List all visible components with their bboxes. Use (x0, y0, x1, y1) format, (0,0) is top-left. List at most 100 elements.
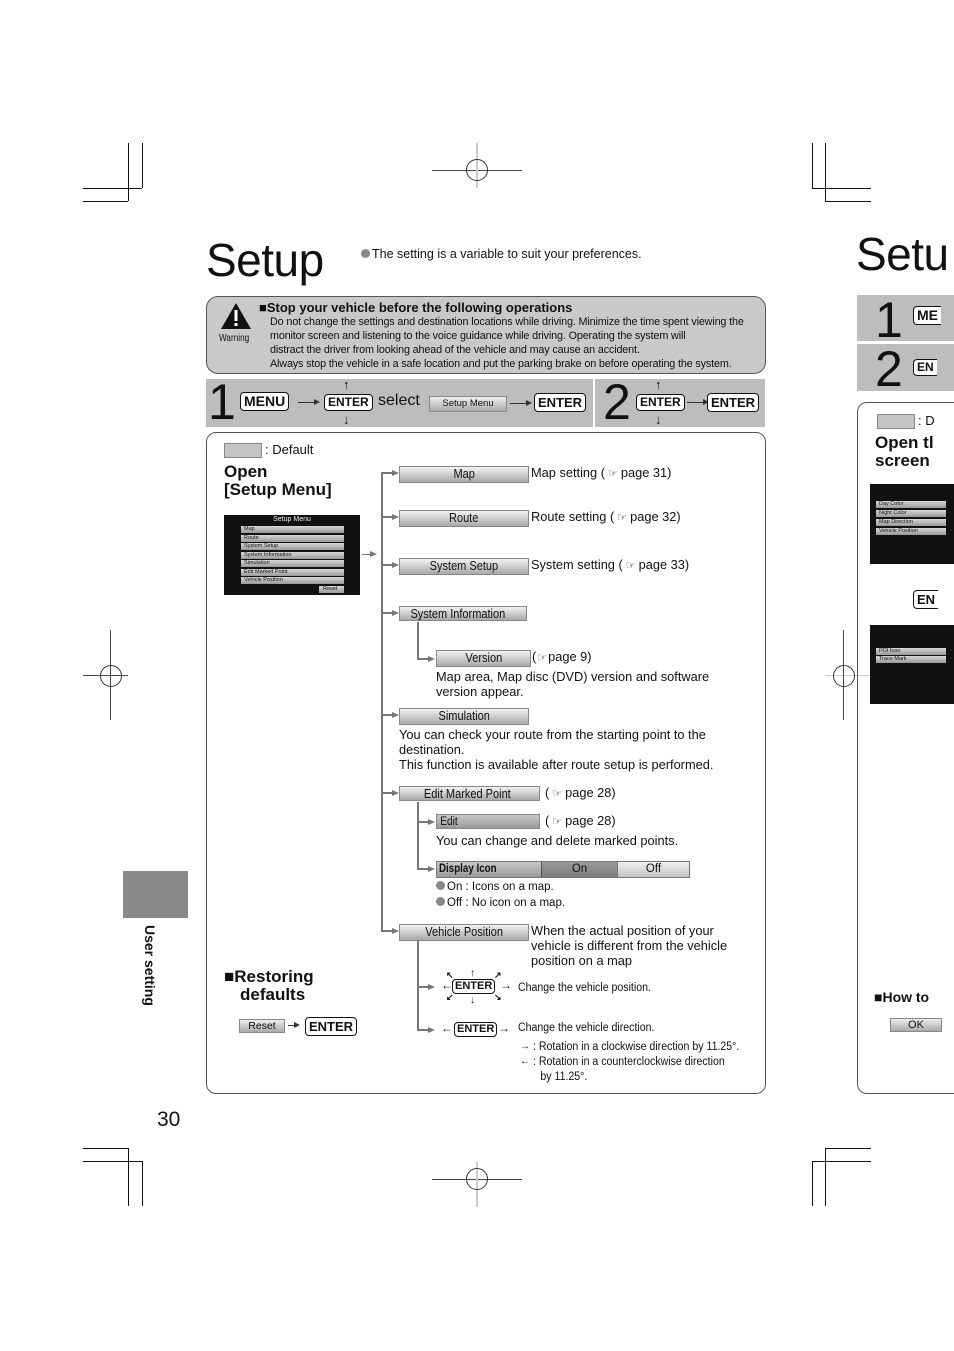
version-button[interactable]: Version (436, 650, 531, 667)
ok-button[interactable]: OK (890, 1018, 942, 1032)
arrow-right-icon (288, 1022, 300, 1028)
page-ref[interactable]: page 28) (565, 813, 616, 828)
display-icon-off-option[interactable]: Off (617, 862, 689, 877)
connector-arrow-icon (428, 866, 435, 872)
enter-key[interactable]: ENTER (636, 394, 685, 411)
map-button[interactable]: Map (399, 466, 529, 483)
arrow-right-icon (298, 399, 320, 405)
crop-mark (812, 143, 813, 188)
version-description: (☞page 9) (532, 649, 592, 666)
default-swatch (224, 443, 262, 458)
system-setup-description: System setting (☞ page 33) (531, 557, 689, 574)
edit-button-label: Edit (440, 816, 458, 828)
screen-menu-item[interactable]: POI Icon (876, 648, 946, 655)
detail-line: Map area, Map disc (DVD) version and sof… (436, 669, 710, 684)
crop-mark (825, 143, 826, 201)
connector-arrow-icon (392, 712, 399, 718)
enter-key[interactable]: ENTER (454, 1022, 498, 1037)
connector-arrow-icon (370, 551, 377, 557)
enter-key[interactable]: EN (913, 359, 937, 376)
map-settings-screen: Day Color Night Color Map Direction Vehi… (870, 484, 954, 564)
enter-key[interactable]: EN (913, 590, 939, 609)
display-icon-label: Display Icon (437, 862, 541, 877)
pointing-hand-icon: ☞ (607, 468, 618, 480)
screen-menu-item[interactable]: Route (241, 534, 344, 542)
clockwise-note: : Rotation in a clockwise direction by 1… (533, 1041, 740, 1053)
label-text: Display Icon (439, 863, 497, 875)
connector-arrow-icon (428, 1027, 435, 1033)
page-ref[interactable]: page 31) (621, 465, 672, 480)
tree-trunk-line (381, 473, 383, 932)
screen-menu-item[interactable]: Trace Mark (876, 656, 946, 663)
screen-menu-item[interactable]: System Setup (241, 543, 344, 550)
arrow-up-icon: ↑ (655, 377, 662, 392)
screen-menu-item[interactable]: Simulation (241, 560, 344, 567)
edit-button[interactable]: Edit (436, 814, 540, 829)
bullet-icon (436, 881, 445, 890)
crop-mark (812, 1161, 813, 1206)
option-label: Off (645, 863, 662, 875)
connector-arrow-icon (428, 656, 435, 662)
detail-line: vehicle is different from the vehicle (531, 938, 728, 953)
connector-line (417, 940, 419, 1030)
screen-menu-item[interactable]: Vehicle Position (876, 528, 946, 535)
desc-text: Map setting ( (531, 465, 605, 480)
screen-menu-item[interactable]: Edit Marked Point (241, 568, 344, 576)
page-ref[interactable]: page 9) (548, 649, 591, 664)
enter-key[interactable]: ENTER (305, 1017, 358, 1036)
step-number: 2 (875, 341, 903, 397)
screen-menu-item[interactable]: Day Color (876, 501, 946, 508)
next-step-1-bar: 1 ME (857, 295, 954, 345)
route-button[interactable]: Route (399, 510, 529, 527)
arrow-up-icon: ↑ (343, 377, 350, 392)
screen-menu-item[interactable]: System Information (241, 551, 344, 559)
desc-text: System setting ( (531, 557, 623, 572)
warning-line: Always stop the vehicle in a safe locati… (270, 358, 732, 370)
screen-title: Setup Menu (273, 516, 311, 523)
intro-note: The setting is a variable to suit your p… (361, 247, 642, 261)
enter-key[interactable]: ENTER (452, 979, 496, 994)
desc-text: ( (532, 649, 537, 664)
reset-button[interactable]: Reset (239, 1019, 285, 1033)
desc-text: ( (545, 813, 550, 828)
display-icon-on-option[interactable]: On (541, 862, 617, 877)
edit-marked-point-button[interactable]: Edit Marked Point (399, 786, 540, 801)
setup-menu-button[interactable]: Setup Menu (429, 396, 507, 412)
system-information-button-label: System Information (410, 607, 506, 621)
page-ref[interactable]: page 28) (565, 785, 616, 800)
connector-arrow-icon (392, 610, 399, 616)
warning-heading: ■Stop your vehicle before the following … (259, 300, 573, 315)
counterclockwise-note: : Rotation in a counterclockwise directi… (533, 1055, 725, 1085)
enter-key[interactable]: ENTER (707, 393, 760, 412)
page-ref[interactable]: page 32) (630, 509, 681, 524)
warning-triangle-icon (221, 303, 251, 329)
system-setup-button-label: System Setup (429, 559, 499, 573)
detail-line: You can check your route from the starti… (399, 727, 706, 742)
warning-line: distract the driver from looking ahead o… (270, 344, 640, 356)
page-ref[interactable]: page 33) (639, 557, 690, 572)
crop-mark (83, 201, 128, 202)
screen-menu-item[interactable]: Night Color (876, 510, 946, 517)
menu-key[interactable]: MENU (240, 392, 290, 411)
screen-menu-item[interactable]: Vehicle Position (241, 577, 344, 584)
screen-menu-item[interactable]: Map Direction (876, 519, 946, 526)
menu-key[interactable]: ME (913, 306, 941, 325)
system-setup-button[interactable]: System Setup (399, 558, 529, 575)
connector-arrow-icon (392, 514, 399, 520)
screen-menu-item[interactable]: Map (241, 526, 344, 533)
how-to-heading: ■How to (874, 989, 930, 1005)
intro-note-text: The setting is a variable to suit your p… (372, 247, 642, 261)
step-2-bar: 2 ↑ ENTER ↓ ENTER (595, 377, 765, 427)
enter-key[interactable]: ENTER (324, 394, 373, 411)
simulation-button[interactable]: Simulation (399, 708, 529, 725)
version-button-label: Version (465, 651, 502, 665)
crop-mark (83, 188, 142, 189)
arrow-right-icon (687, 399, 709, 405)
registration-mark (466, 1168, 488, 1190)
connector-line (417, 622, 419, 659)
vehicle-position-button[interactable]: Vehicle Position (399, 924, 529, 941)
map-button-label: Map (453, 467, 475, 481)
system-information-button[interactable]: System Information (399, 606, 527, 621)
screen-reset-button[interactable]: Reset (319, 586, 344, 593)
enter-key[interactable]: ENTER (534, 393, 587, 412)
